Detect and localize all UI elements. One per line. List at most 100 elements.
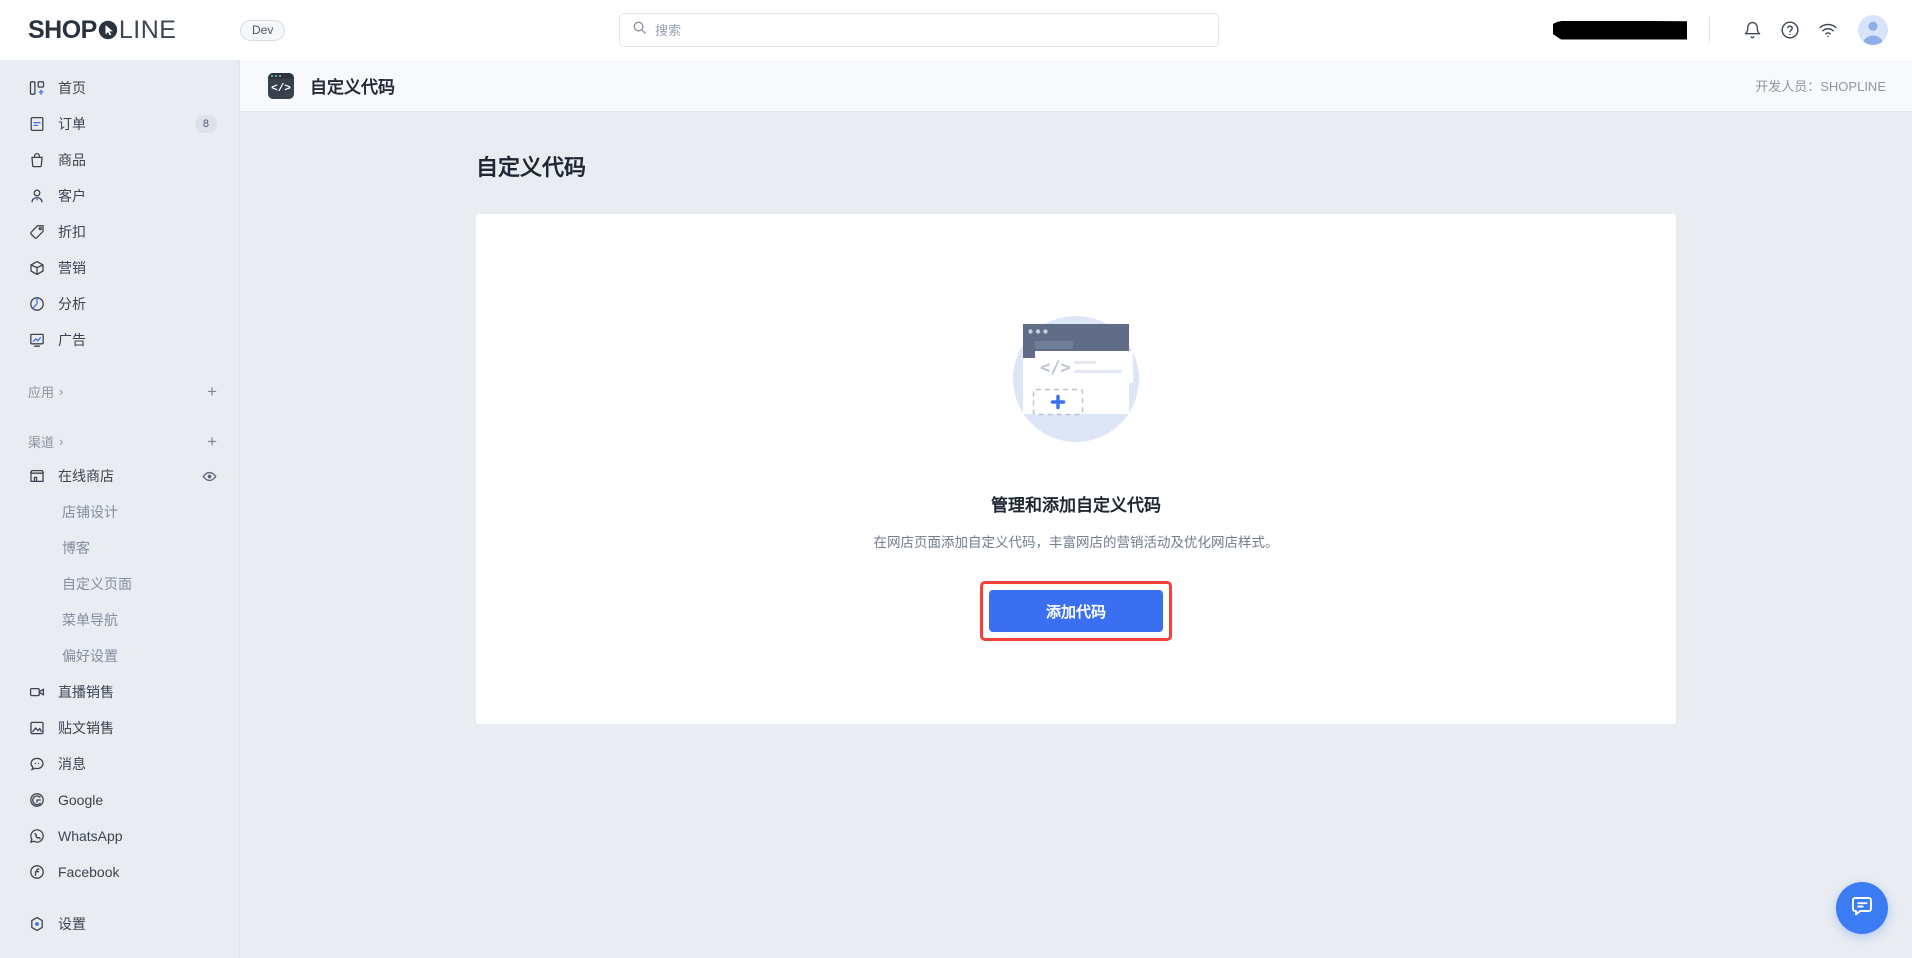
app-shell: 首页 订单 8 商品 客户 折扣 营销 分析 广告 应用 › + 渠道 › + … <box>0 60 1912 958</box>
facebook-icon <box>28 864 45 881</box>
sidebar-item-label: 贴文销售 <box>58 720 114 736</box>
sidebar-item-label: 商品 <box>58 152 86 168</box>
user-icon <box>28 188 45 205</box>
add-channel-button[interactable]: + <box>207 433 217 450</box>
sidebar-subitem-menu-nav[interactable]: 菜单导航 <box>0 602 239 638</box>
search-icon <box>632 20 647 40</box>
logo-text-light: LINE <box>118 15 177 44</box>
sidebar-subitem-label: 菜单导航 <box>62 612 118 628</box>
bag-icon <box>28 152 45 169</box>
dev-badge[interactable]: Dev <box>240 19 286 41</box>
eye-icon[interactable] <box>202 469 217 484</box>
sidebar-item-products[interactable]: 商品 <box>0 142 239 178</box>
search-box[interactable] <box>619 13 1220 47</box>
sidebar-item-label: 折扣 <box>58 224 86 240</box>
search-zone <box>285 13 1553 47</box>
sidebar-item-ads[interactable]: 广告 <box>0 322 239 358</box>
empty-state-title: 管理和添加自定义代码 <box>991 496 1161 515</box>
sidebar-item-google[interactable]: Google <box>0 782 239 818</box>
sidebar-item-label: 设置 <box>58 916 86 932</box>
sidebar-item-marketing[interactable]: 营销 <box>0 250 239 286</box>
sidebar-item-customers[interactable]: 客户 <box>0 178 239 214</box>
sidebar-subitem-label: 店铺设计 <box>62 504 118 520</box>
sidebar-subitem-preferences[interactable]: 偏好设置 <box>0 638 239 674</box>
sidebar-item-label: Facebook <box>58 864 120 880</box>
avatar[interactable] <box>1858 15 1888 45</box>
google-icon <box>28 792 45 809</box>
top-bar: SHOP LINE Dev <box>0 0 1912 60</box>
main-region: </> 自定义代码 开发人员：SHOPLINE 自定义代码 </> 管理和添加自… <box>240 60 1912 958</box>
sidebar-item-online-store[interactable]: 在线商店 <box>0 458 239 494</box>
dashboard-icon <box>28 80 45 97</box>
sidebar: 首页 订单 8 商品 客户 折扣 营销 分析 广告 应用 › + 渠道 › + … <box>0 60 240 958</box>
svg-text:</>: </> <box>1040 358 1071 378</box>
sidebar-item-home[interactable]: 首页 <box>0 70 239 106</box>
add-app-button[interactable]: + <box>207 383 217 400</box>
sidebar-group-label: 渠道 <box>28 434 55 450</box>
sidebar-item-label: 首页 <box>58 80 86 96</box>
sidebar-item-label: 直播销售 <box>58 684 114 700</box>
wifi-icon[interactable] <box>1812 14 1844 46</box>
pie-chart-icon <box>28 296 45 313</box>
sidebar-subitem-label: 自定义页面 <box>62 576 132 592</box>
sidebar-item-label: 订单 <box>58 116 86 132</box>
sidebar-item-orders[interactable]: 订单 8 <box>0 106 239 142</box>
page-title: 自定义代码 <box>476 155 587 180</box>
storefront-icon <box>28 468 45 485</box>
whatsapp-icon <box>28 828 45 845</box>
order-icon <box>28 116 45 133</box>
sidebar-group-apps[interactable]: 应用 › + <box>0 374 239 408</box>
help-circle-icon[interactable] <box>1774 14 1806 46</box>
code-window-add-illustration: </> <box>991 297 1161 447</box>
sidebar-subitem-custom-pages[interactable]: 自定义页面 <box>0 566 239 602</box>
sidebar-item-post-sales[interactable]: 贴文销售 <box>0 710 239 746</box>
search-input[interactable] <box>655 22 1207 38</box>
sidebar-subitem-blog[interactable]: 博客 <box>0 530 239 566</box>
sidebar-item-facebook[interactable]: Facebook <box>0 854 239 890</box>
add-code-button[interactable]: 添加代码 <box>989 590 1163 632</box>
cube-icon <box>28 260 45 277</box>
sidebar-item-discounts[interactable]: 折扣 <box>0 214 239 250</box>
empty-state-description: 在网店页面添加自定义代码，丰富网店的营销活动及优化网店样式。 <box>873 535 1279 550</box>
sidebar-item-label: 消息 <box>58 756 86 772</box>
sidebar-item-label: 客户 <box>58 188 86 204</box>
chat-bubble-icon <box>28 756 45 773</box>
sidebar-group-label: 应用 <box>28 384 55 400</box>
sidebar-item-label: 分析 <box>58 296 86 312</box>
chat-icon <box>1850 894 1874 923</box>
logo-text-bold: SHOP <box>28 15 97 44</box>
chevron-right-icon: › <box>59 383 64 399</box>
sidebar-subitem-store-design[interactable]: 店铺设计 <box>0 494 239 530</box>
orders-badge: 8 <box>194 114 217 134</box>
empty-state-card: </> 管理和添加自定义代码 在网店页面添加自定义代码，丰富网店的营销活动及优化… <box>476 214 1676 724</box>
sidebar-item-messages[interactable]: 消息 <box>0 746 239 782</box>
code-window-icon: </> <box>268 72 294 99</box>
video-icon <box>28 684 45 701</box>
sidebar-item-analytics[interactable]: 分析 <box>0 286 239 322</box>
sidebar-item-settings[interactable]: 设置 <box>0 906 239 942</box>
gear-icon <box>28 916 45 933</box>
divider <box>1709 17 1710 43</box>
sidebar-item-live-sales[interactable]: 直播销售 <box>0 674 239 710</box>
brand-logo[interactable]: SHOP LINE <box>0 16 240 45</box>
bell-icon[interactable] <box>1736 14 1768 46</box>
sidebar-subitem-label: 偏好设置 <box>62 648 118 664</box>
sidebar-group-channels[interactable]: 渠道 › + <box>0 424 239 458</box>
page-header-title: 自定义代码 <box>310 78 395 97</box>
chat-support-button[interactable] <box>1836 882 1888 934</box>
page-header: </> 自定义代码 开发人员：SHOPLINE <box>240 60 1912 112</box>
developer-label: 开发人员：SHOPLINE <box>1755 79 1886 94</box>
sidebar-item-label: 在线商店 <box>58 468 114 484</box>
sidebar-item-label: Google <box>58 792 104 808</box>
content-area: 自定义代码 </> 管理和添加自定义代码 在网店页面添加自定义代码，丰富网店的营… <box>240 112 1912 958</box>
tag-icon <box>28 224 45 241</box>
cta-highlight-ring: 添加代码 <box>980 581 1172 641</box>
chevron-right-icon: › <box>59 433 64 449</box>
image-icon <box>28 720 45 737</box>
store-name-redacted <box>1553 20 1687 40</box>
megaphone-screen-icon <box>28 332 45 349</box>
sidebar-item-label: 广告 <box>58 332 86 348</box>
sidebar-item-whatsapp[interactable]: WhatsApp <box>0 818 239 854</box>
logo-o-icon <box>97 19 119 41</box>
sidebar-subitem-label: 博客 <box>62 540 90 556</box>
